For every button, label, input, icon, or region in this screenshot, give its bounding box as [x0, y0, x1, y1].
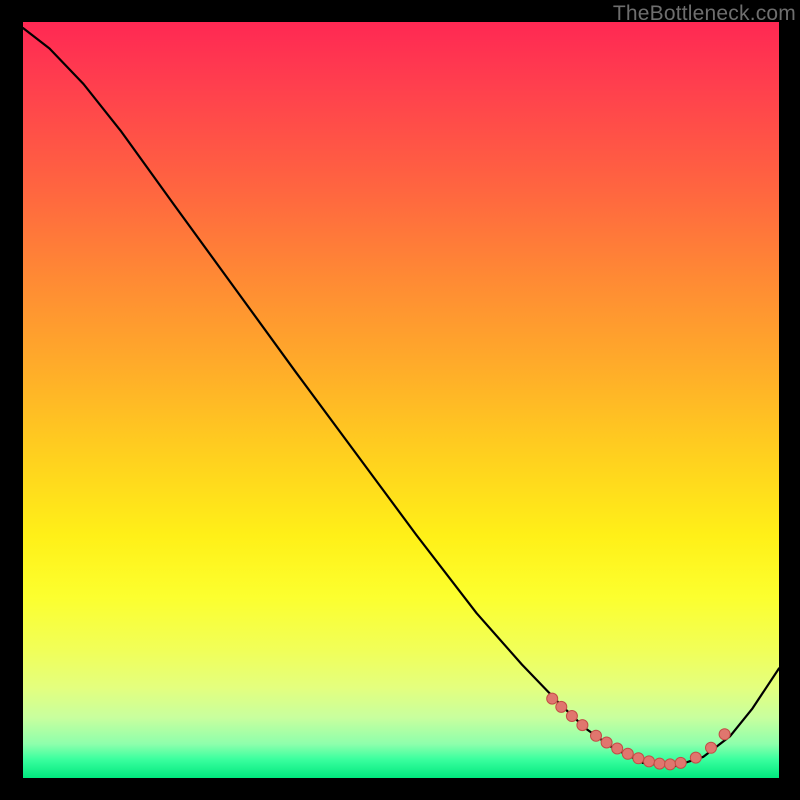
marker-point [556, 701, 567, 712]
marker-point [644, 756, 655, 767]
marker-point [612, 743, 623, 754]
chart-svg [23, 22, 779, 778]
curve-line [23, 28, 779, 767]
marker-point [719, 729, 730, 740]
marker-point [706, 742, 717, 753]
marker-point [675, 757, 686, 768]
marker-point [633, 753, 644, 764]
marker-point [577, 720, 588, 731]
app-frame: TheBottleneck.com [0, 0, 800, 800]
marker-point [591, 730, 602, 741]
marker-point [601, 737, 612, 748]
marker-point [665, 759, 676, 770]
plot-area [23, 22, 779, 778]
marker-point [654, 758, 665, 769]
marker-point [547, 693, 558, 704]
marker-point [622, 748, 633, 759]
watermark: TheBottleneck.com [613, 2, 796, 26]
marker-point [690, 752, 701, 763]
marker-group [547, 693, 730, 770]
marker-point [566, 711, 577, 722]
